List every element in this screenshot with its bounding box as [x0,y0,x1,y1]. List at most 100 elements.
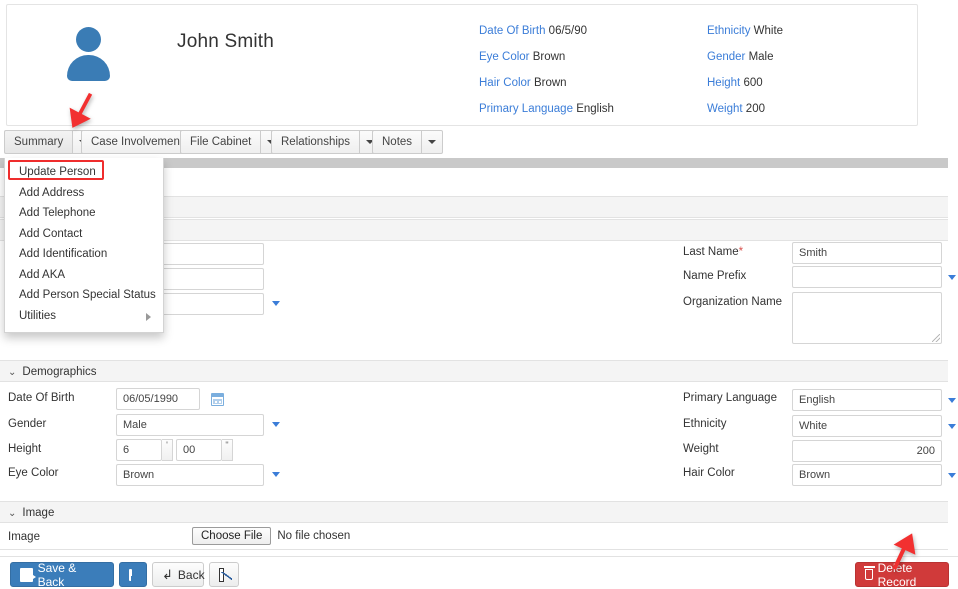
save-button[interactable] [119,562,147,587]
save-and-back-button[interactable]: Save & Back [10,562,114,587]
menu-item-add-person-special-status[interactable]: Add Person Special Status [5,285,163,306]
header-attribute: Gender Male [707,49,917,75]
attribute-value: 200 [746,103,765,115]
person-summary-page: John Smith Date Of Birth 06/5/90 Eye Col… [0,0,958,589]
eye-color-label: Eye Color [8,467,59,479]
attribute-label: Weight [707,103,743,115]
attribute-value: 600 [743,77,762,89]
height-feet-input[interactable]: 6 [116,439,162,461]
image-section-header[interactable]: ⌄Image [0,501,948,523]
ethnicity-label: Ethnicity [683,418,726,430]
page-title: John Smith [177,31,274,53]
delete-record-label: Delete Record [878,561,939,589]
avatar-body-shape [67,55,110,81]
tab-summary[interactable]: Summary [4,130,72,154]
header-attribute: Ethnicity White [707,23,917,49]
date-of-birth-input[interactable]: 06/05/1990 [116,388,200,410]
attribute-label: Hair Color [479,77,531,89]
attribute-label: Primary Language [479,103,573,115]
gender-select[interactable]: Male [116,414,264,436]
organization-name-textarea[interactable] [792,292,942,344]
header-attribute: Eye Color Brown [479,49,709,75]
attribute-value: Male [749,51,774,63]
eye-color-dropdown-caret[interactable] [272,472,280,477]
menu-item-add-address[interactable]: Add Address [5,183,163,204]
primary-language-select[interactable]: English [792,389,942,411]
attribute-value: Brown [533,51,566,63]
image-section-title: Image [22,507,54,519]
choose-file-button[interactable]: Choose File [192,527,271,545]
back-button[interactable]: ↲ Back [152,562,204,587]
demographics-section-header[interactable]: ⌄ Demographics [0,360,948,382]
height-inches-stepper[interactable]: 00 " [176,439,233,461]
name-prefix-dropdown-caret[interactable] [948,275,956,280]
menu-item-add-identification[interactable]: Add Identification [5,244,163,265]
gender-dropdown-caret[interactable] [272,422,280,427]
attribute-label: Date Of Birth [479,25,545,37]
menu-item-update-person[interactable]: Update Person [5,162,163,183]
tab-relationships[interactable]: Relationships [271,130,359,154]
header-attributes-left: Date Of Birth 06/5/90 Eye Color Brown Ha… [479,23,709,127]
name-suffix-dropdown-caret[interactable] [272,301,280,306]
menu-item-add-telephone[interactable]: Add Telephone [5,203,163,224]
chevron-down-icon [428,140,436,144]
avatar-head-shape [76,27,101,52]
tab-file-cabinet[interactable]: File Cabinet [180,130,260,154]
demographics-section-title: Demographics [22,366,96,378]
attribute-label: Gender [707,51,745,63]
ethnicity-select[interactable]: White [792,415,942,437]
person-header-card: John Smith Date Of Birth 06/5/90 Eye Col… [6,4,918,126]
weight-label: Weight [683,443,719,455]
hair-color-label: Hair Color [683,467,735,479]
chevron-right-icon [146,313,151,321]
eye-color-select[interactable]: Brown [116,464,264,486]
last-name-label: Last Name* [683,246,743,258]
organization-name-label: Organization Name [683,296,782,308]
header-attribute: Height 600 [707,75,917,101]
image-field-label: Image [8,531,40,543]
attribute-label: Height [707,77,740,89]
tab-group-file-cabinet: File Cabinet [180,130,282,154]
person-avatar-icon [63,25,115,81]
hair-color-select[interactable]: Brown [792,464,942,486]
date-of-birth-label: Date Of Birth [8,392,74,404]
height-inches-unit: " [222,439,233,461]
weight-input[interactable]: 200 [792,440,942,462]
chart-icon [219,568,224,582]
menu-item-utilities-label: Utilities [19,310,56,322]
no-file-chosen-text: No file chosen [277,530,350,542]
last-name-input[interactable]: Smith [792,242,942,264]
back-arrow-icon: ↲ [162,568,173,581]
chevron-down-icon: ⌄ [8,362,16,384]
tab-notes[interactable]: Notes [372,130,421,154]
menu-item-utilities[interactable]: Utilities [5,306,163,327]
height-label: Height [8,443,41,455]
header-attribute: Weight 200 [707,101,917,127]
primary-language-dropdown-caret[interactable] [948,398,956,403]
tab-group-relationships: Relationships [271,130,381,154]
image-file-picker[interactable]: Choose File No file chosen [192,527,350,545]
menu-item-add-contact[interactable]: Add Contact [5,224,163,245]
hair-color-dropdown-caret[interactable] [948,473,956,478]
header-attribute: Date Of Birth 06/5/90 [479,23,709,49]
delete-record-button[interactable]: Delete Record [855,562,949,587]
attribute-label: Ethnicity [707,25,750,37]
height-feet-unit: ' [162,439,173,461]
tab-group-notes: Notes [372,130,443,154]
header-attributes-right: Ethnicity White Gender Male Height 600 W… [707,23,917,127]
height-inches-input[interactable]: 00 [176,439,222,461]
primary-language-label: Primary Language [683,392,777,404]
gender-label: Gender [8,418,46,430]
chart-button[interactable] [209,562,239,587]
resize-grip-icon[interactable] [932,334,940,342]
trash-icon [865,569,873,580]
required-marker: * [739,246,743,258]
menu-item-add-aka[interactable]: Add AKA [5,265,163,286]
height-feet-stepper[interactable]: 6 ' [116,439,173,461]
ethnicity-dropdown-caret[interactable] [948,424,956,429]
calendar-icon[interactable] [211,393,224,406]
name-prefix-input[interactable] [792,266,942,288]
attribute-value: 06/5/90 [549,25,587,37]
attribute-label: Eye Color [479,51,530,63]
tab-notes-dropdown-toggle[interactable] [421,130,443,154]
